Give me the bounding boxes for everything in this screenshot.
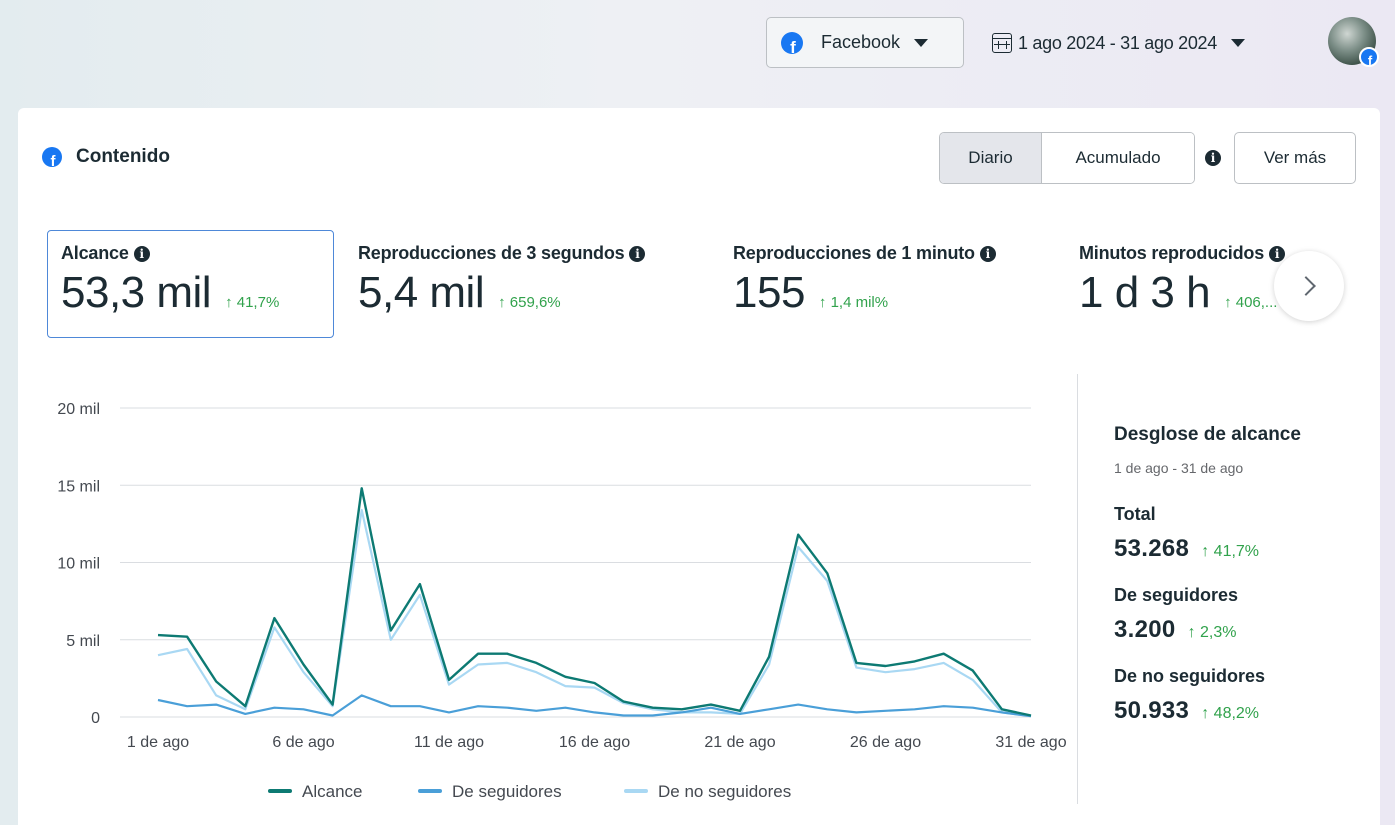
facebook-icon: f — [42, 147, 62, 167]
reach-breakdown: Desglose de alcance 1 de ago - 31 de ago… — [1114, 424, 1301, 725]
legend-label: De no seguidores — [658, 782, 791, 801]
metric-delta: ↑ 1,4 mil% — [818, 294, 889, 311]
breakdown-label: De seguidores — [1114, 585, 1239, 605]
metric-label: Reproducciones de 1 minuto — [733, 243, 975, 263]
x-tick-label: 21 de ago — [704, 734, 775, 751]
legend-label: De seguidores — [452, 782, 562, 801]
top-bar: f Facebook 1 ago 2024 - 31 ago 2024 f — [0, 0, 1395, 100]
y-tick-label: 10 mil — [57, 556, 100, 573]
metric-value: 5,4 mil — [358, 268, 485, 317]
x-tick-label: 26 de ago — [850, 734, 921, 751]
x-tick-label: 31 de ago — [995, 734, 1066, 751]
content-card: f Contenido Diario Acumulado i Ver más A… — [18, 108, 1380, 825]
info-icon[interactable]: i — [979, 245, 996, 262]
series-line-alcance — [157, 487, 1032, 717]
breakdown-delta: ↑ 41,7% — [1201, 543, 1260, 560]
series-line-de-no-seguidores — [157, 508, 1032, 718]
breakdown-title: Desglose de alcance — [1114, 424, 1301, 445]
metric-value: 1 d 3 h — [1079, 268, 1211, 317]
info-icon[interactable]: i — [629, 245, 646, 262]
x-tick-label: 1 de ago — [127, 734, 189, 751]
y-tick-label: 0 — [91, 710, 100, 727]
x-tick-label: 11 de ago — [414, 734, 484, 751]
breakdown-seguidores: De seguidores 3.200 ↑ 2,3% — [1114, 585, 1301, 644]
info-icon[interactable]: i — [1205, 150, 1221, 166]
calendar-icon — [992, 33, 1012, 53]
caret-down-icon — [1230, 39, 1245, 47]
y-tick-label: 20 mil — [57, 401, 100, 418]
y-tick-label: 15 mil — [57, 478, 100, 495]
date-range-picker[interactable]: 1 ago 2024 - 31 ago 2024 — [992, 25, 1245, 61]
facebook-badge-icon: f — [1359, 47, 1379, 67]
avatar[interactable]: f — [1328, 17, 1379, 67]
breakdown-total: Total 53.268 ↑ 41,7% — [1114, 504, 1301, 563]
card-title-text: Contenido — [76, 146, 170, 167]
date-range-label: 1 ago 2024 - 31 ago 2024 — [1018, 32, 1217, 53]
x-tick-label: 16 de ago — [559, 734, 630, 751]
next-metrics-button[interactable] — [1274, 251, 1344, 321]
reach-line-chart: 0 5 mil 10 mil 15 mil 20 mil 1 de ago 6 de ago… — [57, 401, 1066, 801]
info-icon[interactable]: i — [133, 245, 150, 262]
metric-reproducciones-3s[interactable]: Reproducciones de 3 segundos i 5,4 mil ↑ … — [358, 230, 646, 338]
breakdown-value: 50.933 — [1114, 697, 1190, 724]
metric-value: 155 — [733, 268, 805, 317]
metric-delta: ↑ 406,... — [1224, 294, 1278, 311]
caret-down-icon — [914, 38, 929, 47]
card-title: f Contenido — [42, 146, 170, 168]
facebook-icon: f — [781, 31, 803, 54]
platform-label: Facebook — [821, 32, 901, 52]
breakdown-delta: ↑ 2,3% — [1187, 624, 1237, 641]
series-line-de-seguidores — [157, 694, 1032, 718]
metric-delta: ↑ 659,6% — [498, 294, 561, 311]
metric-label: Alcance — [61, 243, 129, 263]
x-tick-label: 6 de ago — [272, 734, 334, 751]
toggle-acumulado[interactable]: Acumulado — [1042, 133, 1194, 183]
breakdown-value: 53.268 — [1114, 535, 1190, 562]
divider — [1077, 374, 1078, 804]
breakdown-label: Total — [1114, 504, 1156, 524]
metric-alcance[interactable]: Alcance i 53,3 mil ↑ 41,7% — [47, 230, 334, 338]
breakdown-delta: ↑ 48,2% — [1201, 705, 1260, 722]
view-toggle: Diario Acumulado — [939, 132, 1195, 184]
metric-label: Minutos reproducidos — [1079, 243, 1265, 263]
breakdown-label: De no seguidores — [1114, 666, 1266, 686]
legend-label: Alcance — [302, 782, 362, 801]
chevron-right-icon — [1296, 276, 1316, 296]
breakdown-value: 3.200 — [1114, 616, 1176, 643]
metric-delta: ↑ 41,7% — [225, 294, 280, 311]
platform-selector[interactable]: f Facebook — [766, 17, 964, 68]
toggle-diario[interactable]: Diario — [940, 133, 1042, 183]
y-tick-label: 5 mil — [66, 633, 100, 650]
breakdown-no-seguidores: De no seguidores 50.933 ↑ 48,2% — [1114, 666, 1301, 725]
breakdown-range: 1 de ago - 31 de ago — [1114, 460, 1244, 476]
metric-label: Reproducciones de 3 segundos — [358, 243, 625, 263]
info-icon[interactable]: i — [1269, 245, 1286, 262]
ver-mas-button[interactable]: Ver más — [1234, 132, 1356, 184]
metric-reproducciones-1min[interactable]: Reproducciones de 1 minuto i 155 ↑ 1,4 mi… — [733, 230, 996, 338]
metric-value: 53,3 mil — [61, 268, 212, 317]
